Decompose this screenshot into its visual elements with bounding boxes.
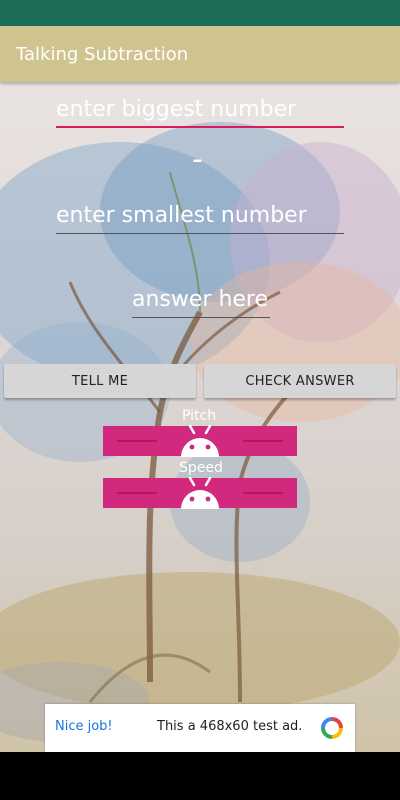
input-underline [132, 317, 270, 318]
pitch-label: Pitch [182, 408, 217, 424]
slider-track-left [117, 440, 157, 442]
answer-placeholder: answer here [132, 287, 269, 312]
app-title: Talking Subtraction [16, 44, 189, 65]
biggest-number-placeholder: enter biggest number [56, 97, 297, 122]
status-bar [0, 0, 400, 26]
speed-slider[interactable] [103, 475, 297, 511]
test-ad-banner[interactable]: Nice job! This a 468x60 test ad. [45, 704, 355, 752]
input-underline [56, 233, 344, 234]
slider-track-right [243, 440, 283, 442]
input-underline [56, 126, 344, 128]
pitch-slider[interactable] [103, 423, 297, 459]
app-bar: Talking Subtraction [0, 26, 400, 82]
ad-text: This a 468x60 test ad. [157, 719, 303, 734]
speed-label: Speed [179, 460, 223, 476]
slider-track-left [117, 492, 157, 494]
minus-sign: - [192, 142, 203, 177]
ad-badge: Nice job! [55, 719, 113, 734]
tell-me-button[interactable]: TELL ME [4, 364, 196, 398]
smallest-number-input[interactable]: enter smallest number [56, 198, 344, 234]
navigation-bar [0, 752, 400, 800]
android-robot-icon[interactable] [178, 475, 222, 511]
android-robot-icon[interactable] [178, 423, 222, 459]
slider-track-right [243, 492, 283, 494]
smallest-number-placeholder: enter smallest number [56, 203, 307, 228]
biggest-number-input[interactable]: enter biggest number [56, 92, 344, 128]
ad-choice-icon[interactable] [321, 717, 343, 739]
answer-input[interactable]: answer here [132, 282, 270, 318]
check-answer-button[interactable]: CHECK ANSWER [204, 364, 396, 398]
content-area: enter biggest number - enter smallest nu… [0, 82, 400, 752]
